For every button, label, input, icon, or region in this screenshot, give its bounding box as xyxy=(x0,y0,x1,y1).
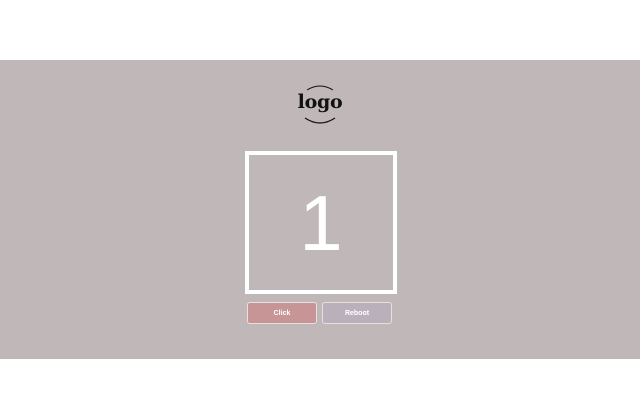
click-button[interactable]: Click xyxy=(247,302,317,324)
counter-value: 1 xyxy=(299,178,343,267)
logo-text: logo xyxy=(297,91,343,113)
reboot-button[interactable]: Reboot xyxy=(322,302,392,324)
counter-display: 1 xyxy=(245,151,397,294)
page: logo 1 Click Reboot xyxy=(0,0,640,420)
logo: logo xyxy=(297,82,343,128)
